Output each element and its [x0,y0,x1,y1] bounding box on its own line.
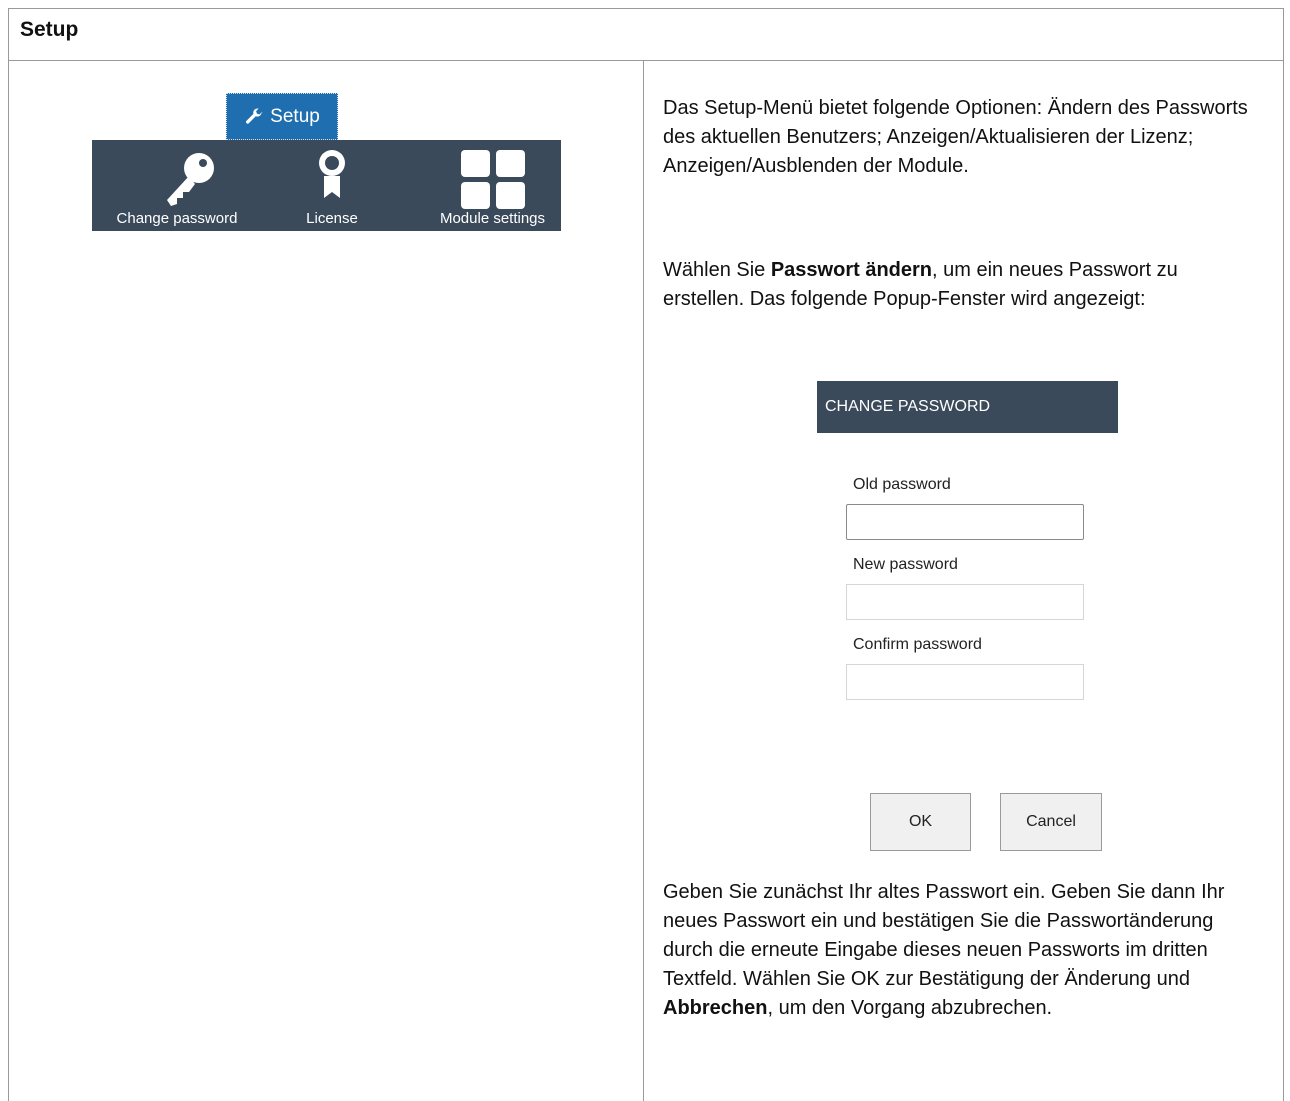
intro-paragraph: Das Setup-Menü bietet folgende Optionen:… [663,97,1248,177]
old-password-label: Old password [853,476,951,493]
module-settings-button[interactable]: Module settings [424,140,561,231]
dialog-title: CHANGE PASSWORD [817,381,1118,433]
select-bold: Passwort ändern [770,259,933,281]
table-border-left [8,8,9,1101]
select-paragraph: Wählen Sie Passwort ändern, um ein neues… [663,256,1253,314]
confirm-password-field[interactable] [846,664,1084,700]
setup-ribbon: Change password License Module settings [92,140,561,231]
instructions-paragraph: Geben Sie zunächst Ihr altes Passwort ei… [663,878,1253,1023]
new-password-label: New password [853,556,958,573]
select-prefix: Wählen Sie [663,259,771,281]
cancel-bold: Abbrechen [663,997,768,1019]
license-label: License [306,210,358,227]
column-divider [643,60,644,1101]
key-icon [166,153,214,206]
closing-text: , um den Vorgang abzubrechen. [767,997,1053,1019]
new-password-field[interactable] [846,584,1084,620]
module-settings-label: Module settings [439,210,546,227]
table-border-right [1283,8,1284,1101]
ok-button[interactable]: OK [870,793,971,851]
section-title: Setup [20,18,79,41]
confirm-password-label: Confirm password [853,636,982,653]
setup-tab-label: Setup [270,105,320,127]
change-password-button[interactable]: Change password [92,140,262,231]
table-border-top [8,8,1284,9]
setup-tab[interactable]: Setup [226,93,338,140]
wrench-icon [246,107,263,124]
header-row-divider [8,60,1284,61]
change-password-label: Change password [116,210,238,227]
license-button[interactable]: License [297,140,367,231]
old-password-field[interactable] [846,504,1084,540]
grid-icon [460,150,525,209]
instructions-text: Geben Sie zunächst Ihr altes Passwort ei… [663,881,1225,990]
cancel-button[interactable]: Cancel [1000,793,1102,851]
award-ribbon-icon [319,150,345,198]
